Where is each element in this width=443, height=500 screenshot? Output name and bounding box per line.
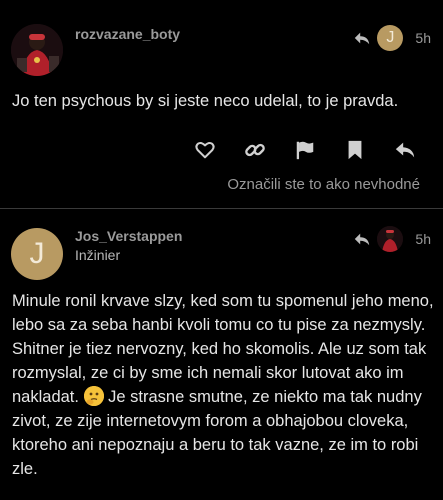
reply-icon: [395, 142, 415, 158]
post-rozvazane-boty: rozvazane_boty J 5h Jo ten psychous by s…: [0, 0, 443, 208]
post-body: Jo ten psychous by si jeste neco udelal,…: [12, 92, 399, 110]
user-avatar[interactable]: [11, 24, 63, 76]
flag-icon: [296, 141, 314, 160]
reply-arrow-icon[interactable]: [353, 230, 371, 248]
post-time[interactable]: 5h: [415, 30, 431, 46]
post-meta: J 5h: [353, 25, 431, 51]
post-body: Minule ronil krvave slzy, ked som tu spo…: [12, 289, 437, 481]
link-icon: [245, 143, 265, 157]
post-actions: [193, 138, 417, 162]
reply-button[interactable]: [393, 138, 417, 162]
thinking-emoji-icon: [83, 386, 104, 406]
username[interactable]: Jos_Verstappen: [75, 228, 182, 244]
reply-arrow-icon[interactable]: [353, 29, 371, 47]
bookmark-button[interactable]: [343, 138, 367, 162]
post-meta: 5h: [353, 226, 431, 252]
avatar-letter: J: [29, 237, 45, 270]
like-button[interactable]: [193, 138, 217, 162]
post-jos-verstappen: J Jos_Verstappen Inžinier 5h Minule roni…: [0, 209, 443, 500]
flag-button[interactable]: [293, 138, 317, 162]
copy-link-button[interactable]: [243, 138, 267, 162]
heart-icon: [195, 141, 215, 159]
flagged-notice: Označili ste to ako nevhodné: [227, 176, 420, 193]
reply-to-avatar[interactable]: J: [377, 25, 404, 51]
user-title: Inžinier: [75, 247, 121, 263]
post-time[interactable]: 5h: [415, 231, 431, 247]
user-avatar[interactable]: J: [11, 228, 63, 280]
username[interactable]: rozvazane_boty: [75, 26, 180, 42]
reply-to-avatar[interactable]: [377, 226, 404, 252]
bookmark-icon: [348, 140, 362, 160]
